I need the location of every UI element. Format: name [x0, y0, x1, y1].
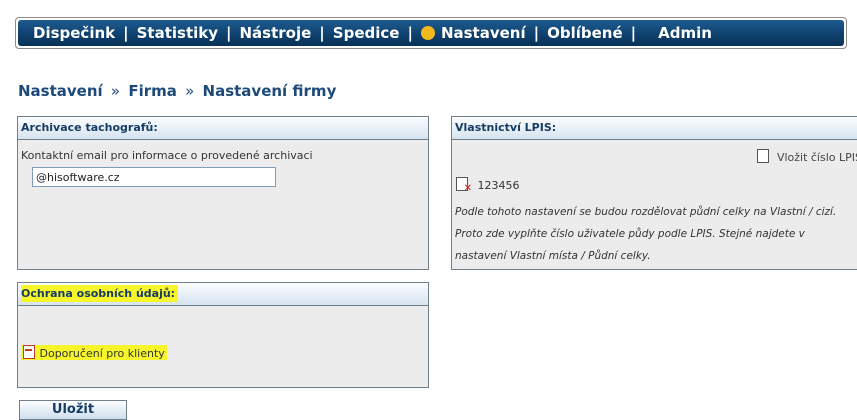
breadcrumb-separator: » — [185, 82, 195, 100]
lpis-note-line: Proto zde vyplňte číslo uživatele půdy p… — [455, 228, 805, 240]
nav-separator: | — [123, 24, 129, 42]
nav-separator: | — [630, 24, 637, 42]
nav-separator: | — [407, 24, 413, 42]
archive-email-label: Kontaktní email pro informace o proveden… — [21, 149, 313, 162]
top-nav-bar: Dispečink | Statistiky | Nástroje | Sped… — [18, 20, 844, 46]
add-lpis-button[interactable]: Vložit číslo LPIS — [757, 149, 857, 164]
lpis-entry-number: 123456 — [477, 179, 520, 192]
archive-email-input[interactable] — [32, 167, 276, 187]
client-recommendation-link[interactable]: Doporučení pro klienty — [21, 345, 167, 360]
breadcrumb-item-nastaveni: Nastavení — [18, 82, 103, 100]
nav-item-statistiky[interactable]: Statistiky — [137, 24, 218, 42]
new-document-icon — [757, 149, 770, 163]
tacho-archive-body: Kontaktní email pro informace o proveden… — [18, 140, 428, 187]
lpis-title: Vlastnictví LPIS: — [452, 117, 857, 140]
nav-item-oblibene[interactable]: Oblíbené — [547, 24, 623, 42]
top-nav: Dispečink | Statistiky | Nástroje | Sped… — [15, 17, 847, 49]
privacy-title-bar: Ochrana osobních údajů: — [18, 283, 428, 306]
nav-item-nastroje[interactable]: Nástroje — [240, 24, 312, 42]
nav-item-dispecink[interactable]: Dispečink — [33, 24, 115, 42]
save-button[interactable]: Uložit — [19, 400, 127, 420]
lpis-entry: ✕ 123456 — [456, 177, 520, 194]
breadcrumb-separator: » — [110, 82, 121, 100]
privacy-panel: Ochrana osobních údajů: Doporučení pro k… — [17, 282, 429, 388]
add-lpis-label: Vložit číslo LPIS — [776, 151, 857, 164]
client-recommendation-label: Doporučení pro klienty — [39, 347, 165, 360]
delete-document-icon[interactable]: ✕ — [456, 177, 472, 194]
nav-separator: | — [226, 24, 232, 42]
lpis-note-line: nastavení Vlastní místa / Půdní celky. — [455, 250, 651, 262]
breadcrumb-item-firma: Firma — [128, 82, 177, 100]
tacho-archive-panel: Archivace tachografů: Kontaktní email pr… — [17, 116, 429, 270]
privacy-title: Ochrana osobních údajů: — [21, 285, 179, 302]
nav-item-admin[interactable]: Admin — [658, 24, 712, 42]
nav-item-spedice[interactable]: Spedice — [333, 24, 400, 42]
lpis-note: Podle tohoto nastavení se budou rozdělov… — [455, 201, 857, 267]
nav-separator: | — [533, 24, 540, 42]
lpis-panel: Vlastnictví LPIS: Vložit číslo LPIS ✕ 12… — [451, 116, 857, 270]
breadcrumb-item-current: Nastavení firmy — [202, 82, 337, 100]
nav-item-nastaveni[interactable]: Nastavení — [441, 24, 526, 42]
breadcrumb: Nastavení » Firma » Nastavení firmy — [18, 82, 336, 100]
lpis-note-line: Podle tohoto nastavení se budou rozdělov… — [455, 206, 837, 218]
tacho-archive-title: Archivace tachografů: — [18, 117, 428, 140]
active-dot-icon — [420, 26, 435, 40]
nav-separator: | — [319, 24, 325, 42]
pdf-icon — [23, 345, 35, 359]
